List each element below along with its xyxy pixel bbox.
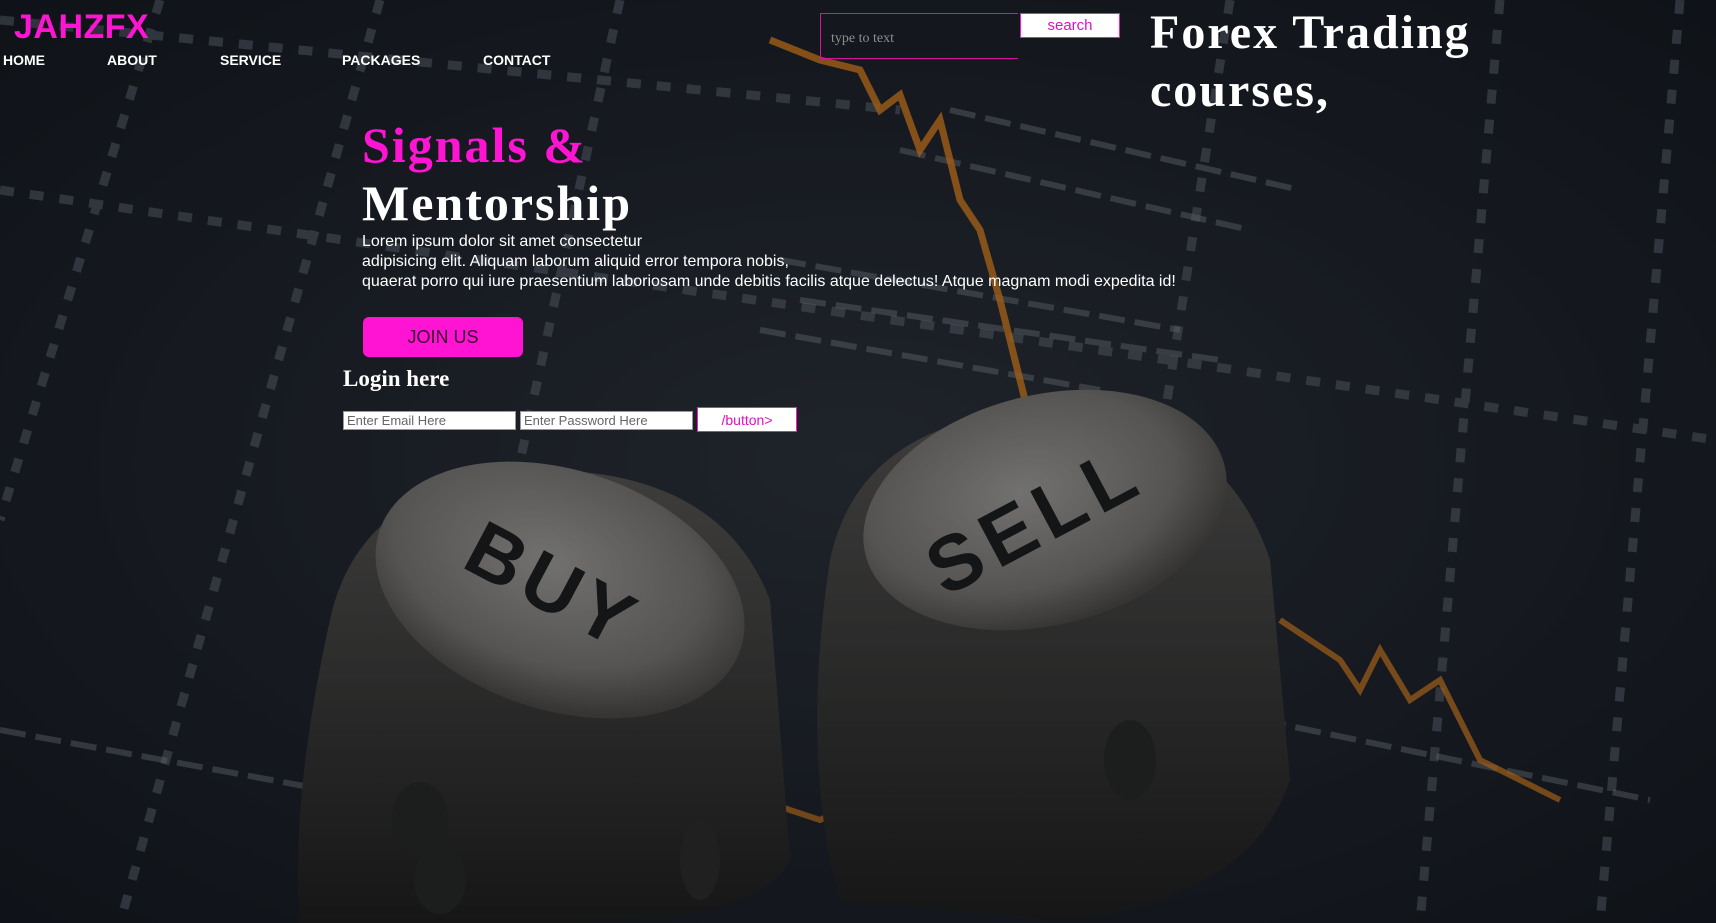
nav-packages[interactable]: PACKAGES <box>342 52 420 68</box>
hero-title-line1: Signals & <box>362 117 588 173</box>
search-input[interactable] <box>820 13 1018 59</box>
hero-background-image: BUY SELL <box>0 0 1716 923</box>
join-us-button[interactable]: JOIN US <box>363 317 523 357</box>
login-title: Login here <box>343 366 450 391</box>
hero-title-line2: Mentorship <box>362 175 632 231</box>
hero-text-line: quaerat porro qui iure praesentium labor… <box>362 273 1176 290</box>
search-button[interactable]: search <box>1020 13 1120 38</box>
nav-about[interactable]: ABOUT <box>107 52 157 68</box>
nav-home[interactable]: HOME <box>3 52 45 68</box>
hero-title: Signals & Mentorship <box>362 116 632 232</box>
email-field[interactable] <box>343 411 516 430</box>
password-field[interactable] <box>520 411 693 430</box>
hero-description: Lorem ipsum dolor sit amet consectetur a… <box>362 232 1262 292</box>
hero-text-line: adipisicing elit. Aliquam laborum aliqui… <box>362 253 789 270</box>
login-button[interactable]: /button> <box>697 407 797 432</box>
hero-text-line: Lorem ipsum dolor sit amet consectetur <box>362 233 643 250</box>
top-heading: Forex Trading courses, <box>1150 6 1471 117</box>
brand-logo[interactable]: JAHZFX <box>14 8 149 47</box>
nav-contact[interactable]: CONTACT <box>483 52 550 68</box>
nav-service[interactable]: SERVICE <box>220 52 281 68</box>
